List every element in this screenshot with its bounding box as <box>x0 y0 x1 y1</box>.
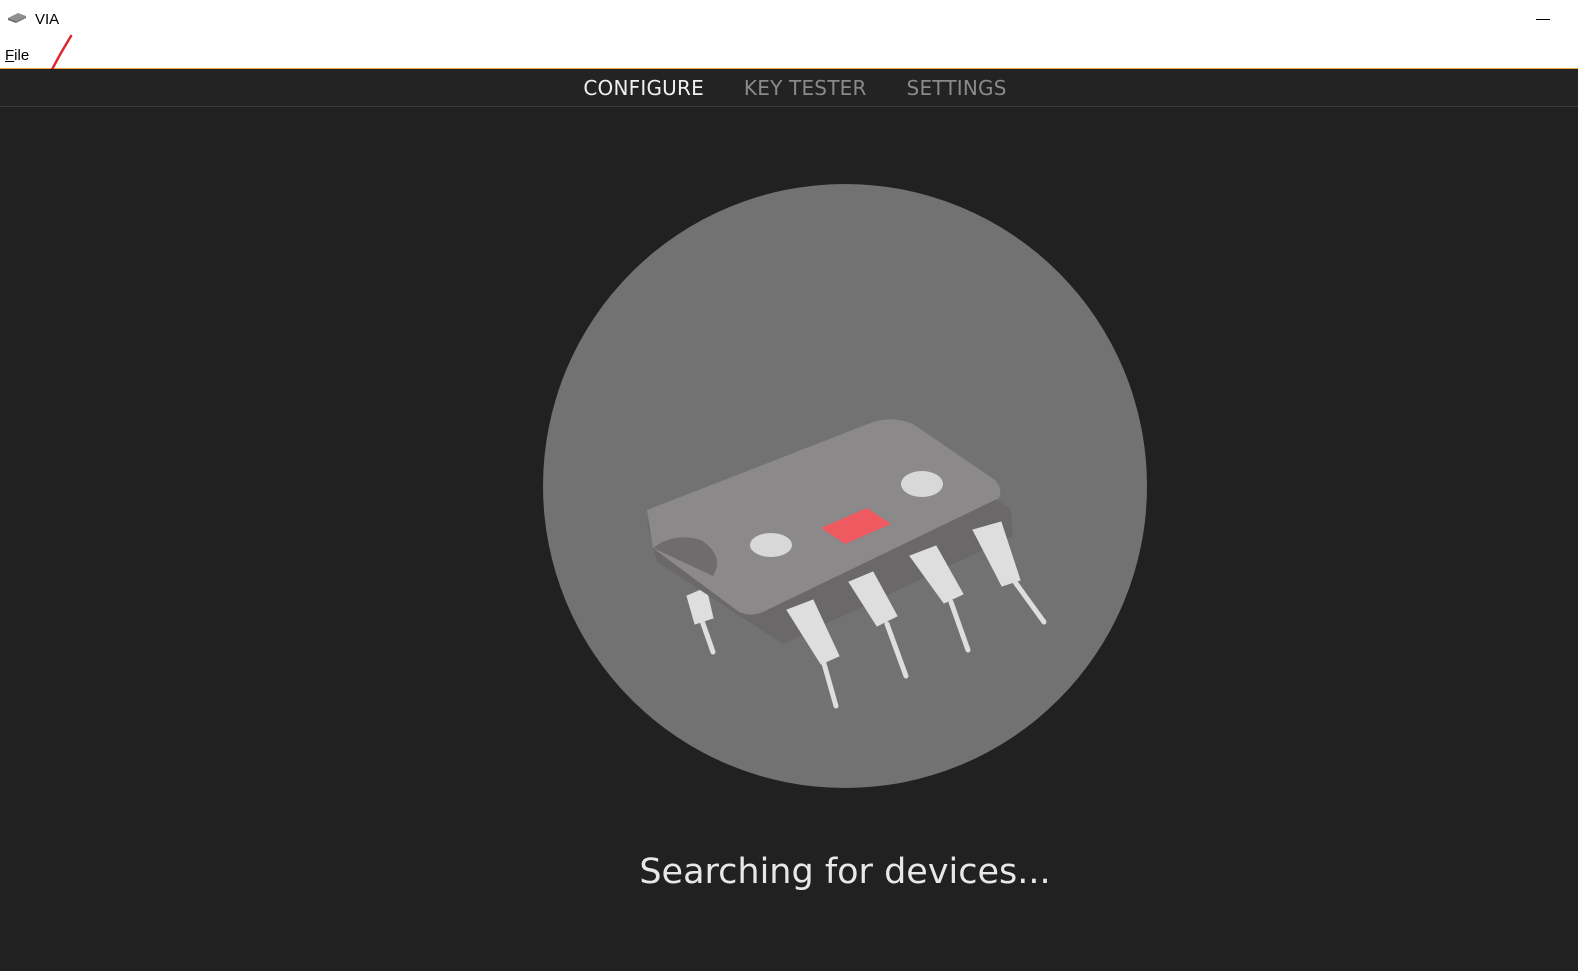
minimize-button[interactable] <box>1530 6 1556 32</box>
tab-settings[interactable]: SETTINGS <box>907 76 1007 100</box>
chip-back-pins <box>686 587 716 655</box>
chip-illustration-circle <box>543 184 1147 788</box>
searching-status: Searching for devices... <box>639 852 1051 892</box>
tab-configure[interactable]: CONFIGURE <box>583 76 704 100</box>
app-window: VIA File CONFIGURE KEY TESTER SETTINGS S… <box>0 0 1578 971</box>
top-nav: CONFIGURE KEY TESTER SETTINGS <box>0 69 1578 107</box>
menu-bar: File <box>0 40 1578 69</box>
title-bar: VIA <box>0 0 1578 40</box>
chip-dot-right <box>901 471 943 497</box>
file-menu-mnemonic: F <box>5 47 15 64</box>
chip-icon <box>647 419 1047 709</box>
chip-dot-left <box>750 533 792 557</box>
chip-app-icon <box>8 13 26 23</box>
app-title: VIA <box>35 11 60 28</box>
main-content: Searching for devices... <box>0 107 1578 971</box>
file-menu[interactable]: File <box>5 47 29 64</box>
nav-tabs: CONFIGURE KEY TESTER SETTINGS <box>0 69 1578 106</box>
tab-key-tester[interactable]: KEY TESTER <box>744 76 867 100</box>
file-menu-label: ile <box>14 47 30 64</box>
